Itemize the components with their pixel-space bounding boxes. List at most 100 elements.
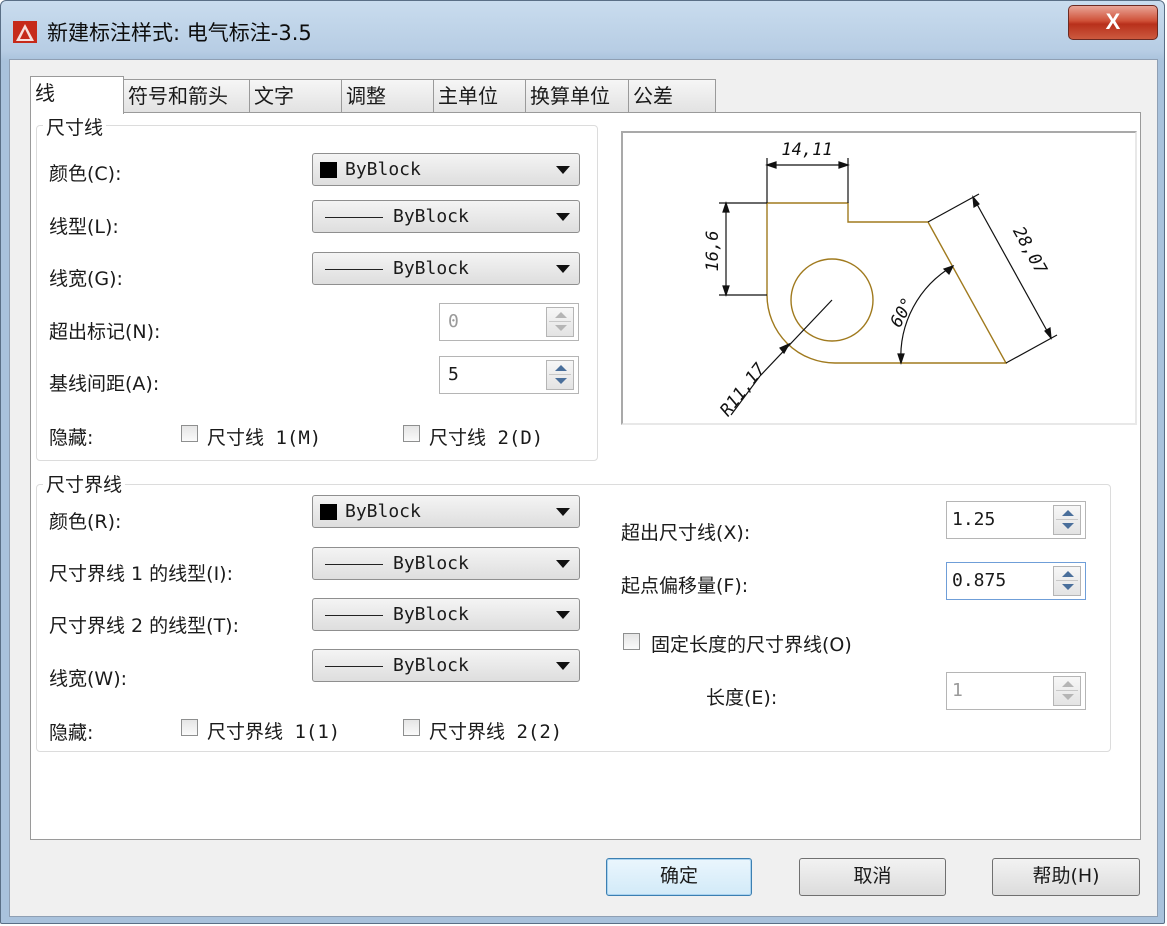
color-swatch xyxy=(320,504,337,520)
suppress-dimline-2-checkbox[interactable] xyxy=(403,425,420,442)
extension-lines-title: 尺寸界线 xyxy=(43,470,126,497)
close-button[interactable]: X xyxy=(1068,5,1158,40)
select-value: ByBlock xyxy=(393,206,469,227)
arrow-down-icon xyxy=(1062,584,1074,590)
suppress-dimline-1-label[interactable]: 尺寸线 1(M) xyxy=(207,423,321,450)
spinner-buttons[interactable] xyxy=(1053,676,1081,706)
suppress-dimline-1-checkbox[interactable] xyxy=(181,425,198,442)
autocad-app-icon xyxy=(13,21,37,43)
extend-beyond-spinner[interactable]: 1.25 xyxy=(946,501,1086,539)
spinner-value: 1.25 xyxy=(952,509,996,530)
fixed-length-checkbox[interactable] xyxy=(623,633,640,650)
suppress-extline-1-label[interactable]: 尺寸界线 1(1) xyxy=(207,717,340,744)
chevron-down-icon xyxy=(556,508,570,516)
linetype-sample xyxy=(325,564,383,565)
extline-color-label: 颜色(R): xyxy=(49,511,122,533)
extend-ticks-label: 超出标记(N): xyxy=(49,321,161,343)
tab-tolerances[interactable]: 公差 xyxy=(628,79,716,112)
dimline-lineweight-select[interactable]: ByBlock xyxy=(312,252,580,285)
dimline-linetype-label: 线型(L): xyxy=(49,216,119,238)
spinner-buttons[interactable] xyxy=(546,360,574,390)
chevron-down-icon xyxy=(556,265,570,273)
chevron-down-icon xyxy=(556,611,570,619)
title-bar[interactable]: 新建标注样式: 电气标注-3.5 X xyxy=(1,1,1164,59)
select-value: ByBlock xyxy=(393,655,469,676)
tab-primary-units[interactable]: 主单位 xyxy=(433,79,526,112)
linetype-sample xyxy=(325,666,383,667)
dimline-linetype-select[interactable]: ByBlock xyxy=(312,200,580,233)
suppress-extline-2-label[interactable]: 尺寸界线 2(2) xyxy=(429,717,562,744)
tab-alternate-units[interactable]: 换算单位 xyxy=(525,79,629,112)
fixed-length-label[interactable]: 固定长度的尺寸界线(O) xyxy=(651,630,852,657)
extline1-linetype-select[interactable]: ByBlock xyxy=(312,547,580,580)
extline-suppress-label: 隐藏: xyxy=(49,722,94,744)
select-value: ByBlock xyxy=(393,553,469,574)
tab-lines[interactable]: 线 xyxy=(30,76,124,114)
arrow-down-icon xyxy=(555,378,567,384)
dimline-color-label: 颜色(C): xyxy=(49,163,122,185)
window-title: 新建标注样式: 电气标注-3.5 xyxy=(47,21,312,45)
close-icon: X xyxy=(1105,9,1121,34)
dialog-client-area: 线 符号和箭头 文字 调整 主单位 换算单位 公差 尺寸线 颜色(C): ByB… xyxy=(9,59,1158,917)
help-button[interactable]: 帮助(H) xyxy=(992,858,1140,896)
chevron-down-icon xyxy=(556,166,570,174)
tab-text[interactable]: 文字 xyxy=(249,79,342,112)
linetype-sample xyxy=(325,217,383,218)
spinner-value: 5 xyxy=(448,364,459,385)
tab-panel-lines: 尺寸线 颜色(C): ByBlock 线型(L): ByBlock 线宽(G):… xyxy=(30,112,1141,840)
chevron-down-icon xyxy=(556,560,570,568)
arrow-up-icon xyxy=(555,312,567,318)
select-value: ByBlock xyxy=(393,258,469,279)
baseline-spacing-spinner[interactable]: 5 xyxy=(439,356,579,394)
arrow-up-icon xyxy=(1062,571,1074,577)
arrow-down-icon xyxy=(1062,694,1074,700)
arrow-up-icon xyxy=(555,365,567,371)
linetype-sample xyxy=(325,615,383,616)
preview-drawing: 14,11 16,6 28,07 60° R11,17 xyxy=(703,140,1058,420)
arrow-down-icon xyxy=(555,325,567,331)
extline2-linetype-select[interactable]: ByBlock xyxy=(312,598,580,631)
extline-lineweight-select[interactable]: ByBlock xyxy=(312,649,580,682)
spinner-value: 0 xyxy=(448,311,459,332)
dimension-lines-title: 尺寸线 xyxy=(43,113,107,140)
spinner-value: 1 xyxy=(952,680,963,701)
offset-from-origin-label: 起点偏移量(F): xyxy=(621,575,749,597)
suppress-dimline-2-label[interactable]: 尺寸线 2(D) xyxy=(429,423,543,450)
select-value: ByBlock xyxy=(393,604,469,625)
linetype-sample xyxy=(325,269,383,270)
dimension-style-preview: 14,11 16,6 28,07 60° R11,17 xyxy=(621,131,1137,425)
offset-from-origin-spinner[interactable]: 0.875 xyxy=(946,562,1086,600)
preview-dim-top: 14,11 xyxy=(781,140,832,160)
arrow-down-icon xyxy=(1062,523,1074,529)
select-value: ByBlock xyxy=(345,159,421,180)
arrow-up-icon xyxy=(1062,510,1074,516)
preview-dim-slant: 28,07 xyxy=(1008,223,1051,278)
tab-symbols-arrows[interactable]: 符号和箭头 xyxy=(123,79,250,112)
spinner-buttons[interactable] xyxy=(546,307,574,337)
cancel-button[interactable]: 取消 xyxy=(799,858,946,896)
extline1-linetype-label: 尺寸界线 1 的线型(I): xyxy=(49,563,233,585)
preview-dim-radius: R11,17 xyxy=(716,359,770,420)
dimline-lineweight-label: 线宽(G): xyxy=(49,268,123,290)
length-label: 长度(E): xyxy=(706,687,778,709)
dialog-window: 新建标注样式: 电气标注-3.5 X 线 符号和箭头 文字 调整 主单位 换算单… xyxy=(0,0,1165,924)
ok-button[interactable]: 确定 xyxy=(606,858,752,896)
preview-dim-left: 16,6 xyxy=(703,231,723,272)
suppress-extline-1-checkbox[interactable] xyxy=(181,719,198,736)
color-swatch xyxy=(320,162,337,178)
chevron-down-icon xyxy=(556,662,570,670)
baseline-spacing-label: 基线间距(A): xyxy=(49,373,160,395)
dimline-color-select[interactable]: ByBlock xyxy=(312,153,580,186)
extend-beyond-label: 超出尺寸线(X): xyxy=(621,522,751,544)
dimline-suppress-label: 隐藏: xyxy=(49,427,94,449)
extline2-linetype-label: 尺寸界线 2 的线型(T): xyxy=(49,615,240,637)
extline-color-select[interactable]: ByBlock xyxy=(312,495,580,528)
spinner-buttons[interactable] xyxy=(1053,505,1081,535)
spinner-buttons[interactable] xyxy=(1053,566,1081,596)
length-spinner[interactable]: 1 xyxy=(946,672,1086,710)
extend-ticks-spinner[interactable]: 0 xyxy=(439,303,579,341)
chevron-down-icon xyxy=(556,213,570,221)
suppress-extline-2-checkbox[interactable] xyxy=(403,719,420,736)
spinner-value: 0.875 xyxy=(952,570,1007,591)
tab-fit[interactable]: 调整 xyxy=(341,79,434,112)
